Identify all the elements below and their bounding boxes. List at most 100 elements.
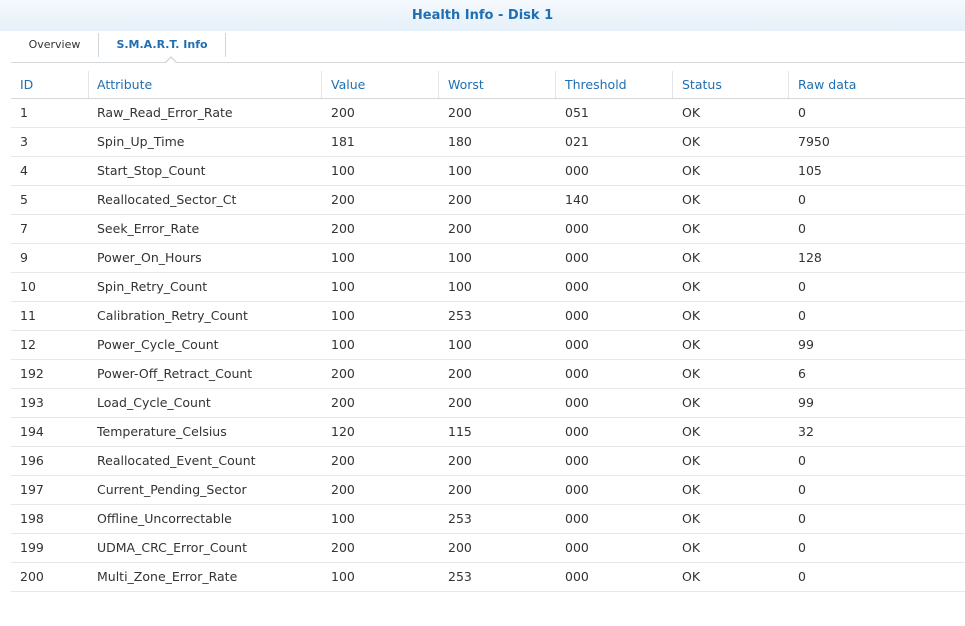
column-header-id[interactable]: ID — [11, 71, 89, 98]
cell-value: 100 — [331, 308, 355, 323]
tab-separator — [225, 33, 226, 57]
cell-worst: 100 — [448, 163, 472, 178]
cell-threshold: 000 — [565, 511, 589, 526]
cell-id: 5 — [20, 192, 28, 207]
cell-worst: 100 — [448, 279, 472, 294]
cell-attribute: Offline_Uncorrectable — [97, 511, 232, 526]
table-row[interactable]: 1 Raw_Read_Error_Rate 200 200 051 OK 0 — [11, 99, 965, 128]
table-row[interactable]: 198 Offline_Uncorrectable 100 253 000 OK 0 — [11, 505, 965, 534]
cell-threshold: 051 — [565, 105, 589, 120]
table-row[interactable]: 197 Current_Pending_Sector 200 200 000 OK 0 — [11, 476, 965, 505]
table-row[interactable]: 3 Spin_Up_Time 181 180 021 OK 7950 — [11, 128, 965, 157]
cell-attribute: Power-Off_Retract_Count — [97, 366, 253, 381]
cell-attribute: UDMA_CRC_Error_Count — [97, 540, 247, 555]
cell-raw-data: 0 — [798, 308, 806, 323]
table-row[interactable]: 200 Multi_Zone_Error_Rate 100 253 000 OK 0 — [11, 563, 965, 592]
active-tab-indicator-fill — [166, 58, 176, 63]
cell-status: OK — [682, 511, 701, 526]
cell-raw-data: 32 — [798, 424, 814, 439]
cell-worst: 200 — [448, 366, 472, 381]
cell-id: 199 — [20, 540, 44, 555]
cell-attribute: Reallocated_Event_Count — [97, 453, 256, 468]
column-header-worst[interactable]: Worst — [439, 71, 556, 98]
cell-attribute: Current_Pending_Sector — [97, 482, 247, 497]
cell-value: 100 — [331, 337, 355, 352]
cell-threshold: 000 — [565, 337, 589, 352]
cell-status: OK — [682, 221, 701, 236]
table-header-row: ID Attribute Value Worst Threshold Statu… — [11, 71, 965, 99]
cell-worst: 200 — [448, 221, 472, 236]
cell-status: OK — [682, 192, 701, 207]
table-row[interactable]: 12 Power_Cycle_Count 100 100 000 OK 99 — [11, 331, 965, 360]
table-row[interactable]: 192 Power-Off_Retract_Count 200 200 000 OK 6 — [11, 360, 965, 389]
cell-worst: 200 — [448, 453, 472, 468]
cell-threshold: 000 — [565, 569, 589, 584]
column-header-threshold[interactable]: Threshold — [556, 71, 673, 98]
cell-worst: 200 — [448, 482, 472, 497]
cell-attribute: Multi_Zone_Error_Rate — [97, 569, 238, 584]
cell-raw-data: 0 — [798, 540, 806, 555]
window-title: Health Info - Disk 1 — [0, 0, 965, 31]
cell-id: 196 — [20, 453, 44, 468]
table-row[interactable]: 11 Calibration_Retry_Count 100 253 000 OK 0 — [11, 302, 965, 331]
cell-threshold: 000 — [565, 308, 589, 323]
table-row[interactable]: 194 Temperature_Celsius 120 115 000 OK 32 — [11, 418, 965, 447]
tab-smart-info[interactable]: S.M.A.R.T. Info — [99, 31, 225, 61]
cell-attribute: Calibration_Retry_Count — [97, 308, 248, 323]
cell-value: 200 — [331, 221, 355, 236]
cell-status: OK — [682, 424, 701, 439]
cell-value: 200 — [331, 453, 355, 468]
cell-threshold: 000 — [565, 250, 589, 265]
table-row[interactable]: 7 Seek_Error_Rate 200 200 000 OK 0 — [11, 215, 965, 244]
cell-id: 11 — [20, 308, 36, 323]
cell-raw-data: 7950 — [798, 134, 830, 149]
cell-raw-data: 0 — [798, 192, 806, 207]
cell-threshold: 000 — [565, 540, 589, 555]
table-row[interactable]: 5 Reallocated_Sector_Ct 200 200 140 OK 0 — [11, 186, 965, 215]
table-row[interactable]: 196 Reallocated_Event_Count 200 200 000 OK 0 — [11, 447, 965, 476]
cell-worst: 100 — [448, 250, 472, 265]
column-header-raw-data[interactable]: Raw data — [789, 71, 965, 98]
cell-status: OK — [682, 134, 701, 149]
cell-status: OK — [682, 453, 701, 468]
cell-worst: 200 — [448, 395, 472, 410]
cell-raw-data: 0 — [798, 453, 806, 468]
cell-id: 7 — [20, 221, 28, 236]
table-row[interactable]: 4 Start_Stop_Count 100 100 000 OK 105 — [11, 157, 965, 186]
tab-bar: Overview S.M.A.R.T. Info — [11, 31, 965, 63]
table-row[interactable]: 9 Power_On_Hours 100 100 000 OK 128 — [11, 244, 965, 273]
cell-raw-data: 0 — [798, 482, 806, 497]
cell-raw-data: 128 — [798, 250, 822, 265]
tab-overview[interactable]: Overview — [11, 31, 98, 61]
cell-worst: 180 — [448, 134, 472, 149]
cell-id: 3 — [20, 134, 28, 149]
column-header-value[interactable]: Value — [322, 71, 439, 98]
cell-value: 200 — [331, 395, 355, 410]
cell-value: 200 — [331, 482, 355, 497]
cell-threshold: 021 — [565, 134, 589, 149]
cell-attribute: Spin_Up_Time — [97, 134, 185, 149]
cell-attribute: Temperature_Celsius — [97, 424, 227, 439]
cell-threshold: 000 — [565, 163, 589, 178]
cell-threshold: 000 — [565, 482, 589, 497]
table-row[interactable]: 10 Spin_Retry_Count 100 100 000 OK 0 — [11, 273, 965, 302]
cell-threshold: 000 — [565, 221, 589, 236]
cell-threshold: 000 — [565, 366, 589, 381]
cell-status: OK — [682, 279, 701, 294]
cell-worst: 200 — [448, 192, 472, 207]
cell-raw-data: 0 — [798, 569, 806, 584]
cell-raw-data: 0 — [798, 221, 806, 236]
cell-status: OK — [682, 366, 701, 381]
cell-id: 194 — [20, 424, 44, 439]
table-row[interactable]: 199 UDMA_CRC_Error_Count 200 200 000 OK 0 — [11, 534, 965, 563]
column-header-status[interactable]: Status — [673, 71, 789, 98]
column-header-attribute[interactable]: Attribute — [88, 71, 322, 98]
cell-worst: 100 — [448, 337, 472, 352]
cell-raw-data: 99 — [798, 395, 814, 410]
cell-worst: 115 — [448, 424, 472, 439]
cell-id: 10 — [20, 279, 36, 294]
table-row[interactable]: 193 Load_Cycle_Count 200 200 000 OK 99 — [11, 389, 965, 418]
cell-worst: 253 — [448, 569, 472, 584]
cell-threshold: 000 — [565, 395, 589, 410]
cell-raw-data: 0 — [798, 511, 806, 526]
